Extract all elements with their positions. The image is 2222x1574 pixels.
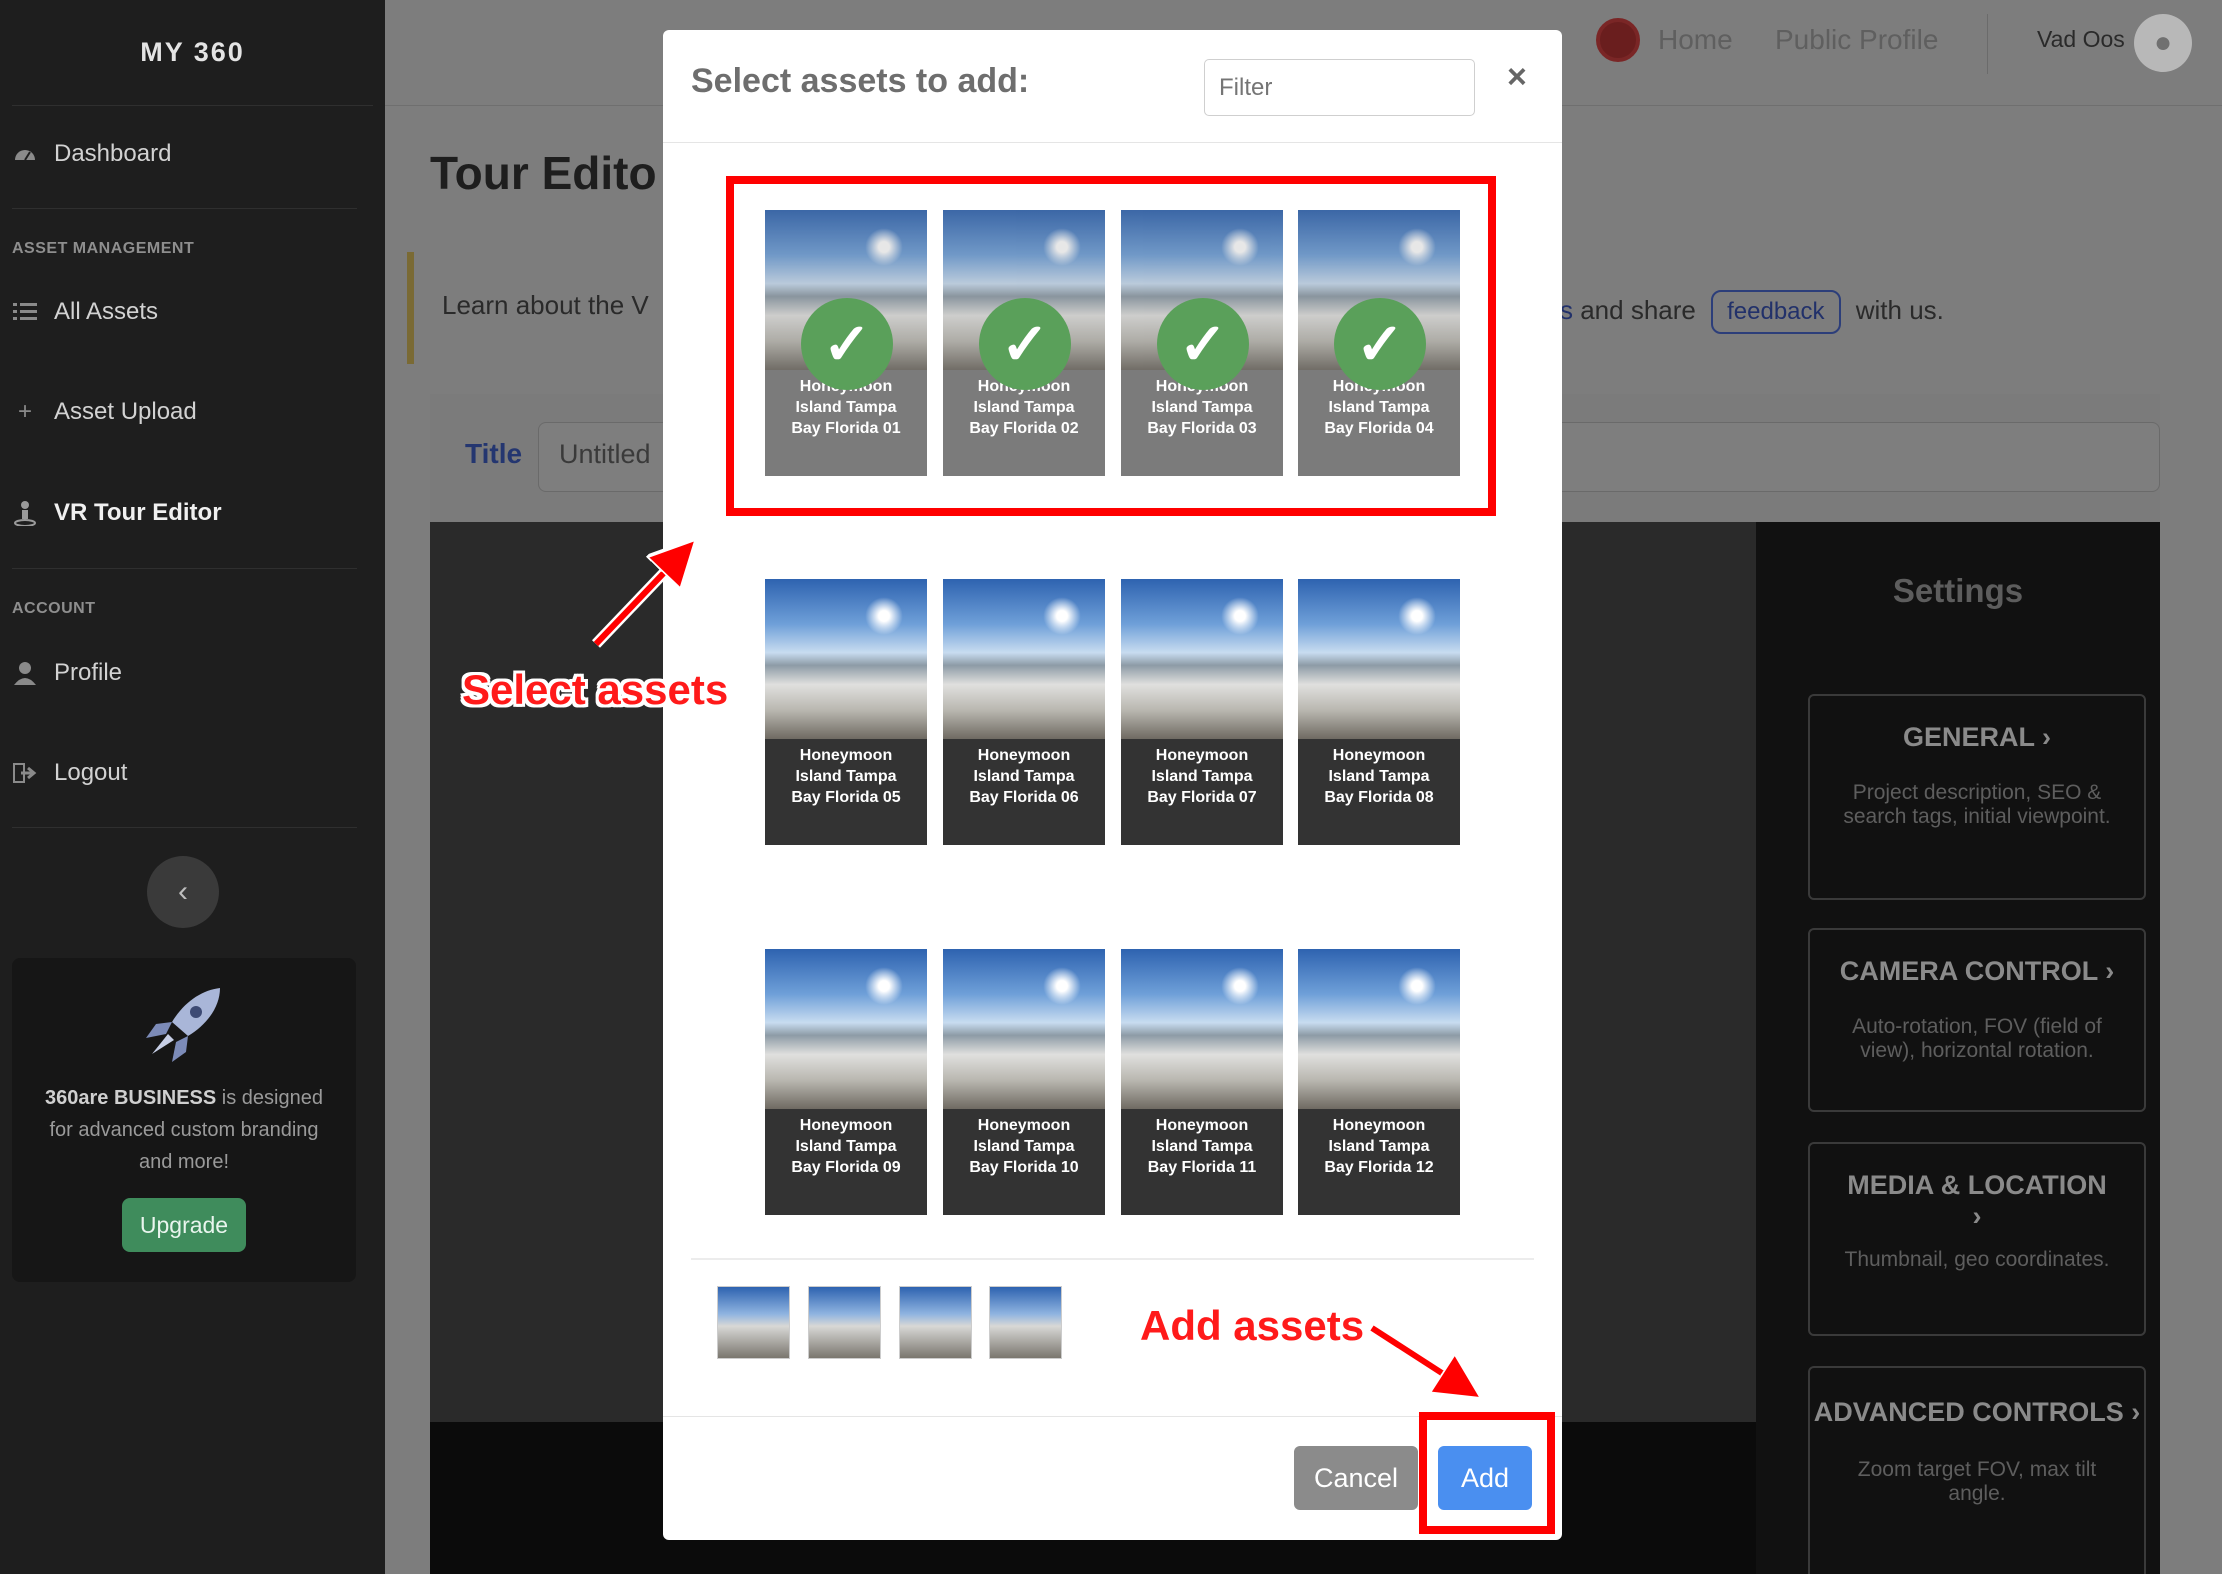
check-icon: ✓ — [979, 298, 1071, 390]
check-icon: ✓ — [1334, 298, 1426, 390]
annotation-arrows — [592, 0, 2222, 1574]
check-icon: ✓ — [801, 298, 893, 390]
check-icon: ✓ — [1157, 298, 1249, 390]
